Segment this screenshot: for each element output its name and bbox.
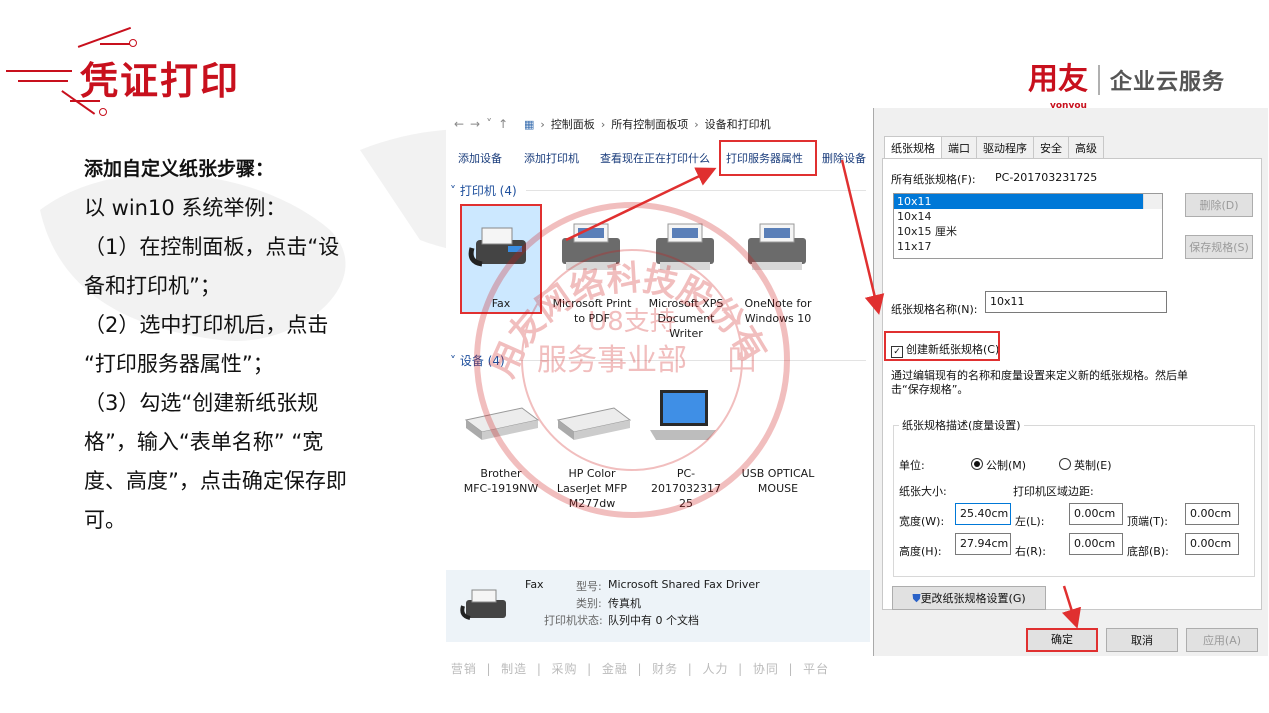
- footer-nav: 营销 | 制造 | 采购 | 金融 | 财务 | 人力 | 协同 | 平台: [450, 662, 830, 676]
- arrow-to-create-form: [840, 159, 885, 315]
- footer-item: 人力: [702, 662, 729, 676]
- footer-item: 营销: [450, 662, 477, 676]
- arrow-to-ok: [1061, 585, 1082, 629]
- footer-item: 采购: [551, 662, 578, 676]
- footer-item: 协同: [752, 662, 779, 676]
- footer-item: 制造: [501, 662, 528, 676]
- footer-item: 平台: [803, 662, 830, 676]
- arrow-to-server-properties: [565, 167, 717, 242]
- annotation-arrows: [565, 159, 1082, 629]
- footer-item: 财务: [652, 662, 679, 676]
- footer-item: 金融: [601, 662, 628, 676]
